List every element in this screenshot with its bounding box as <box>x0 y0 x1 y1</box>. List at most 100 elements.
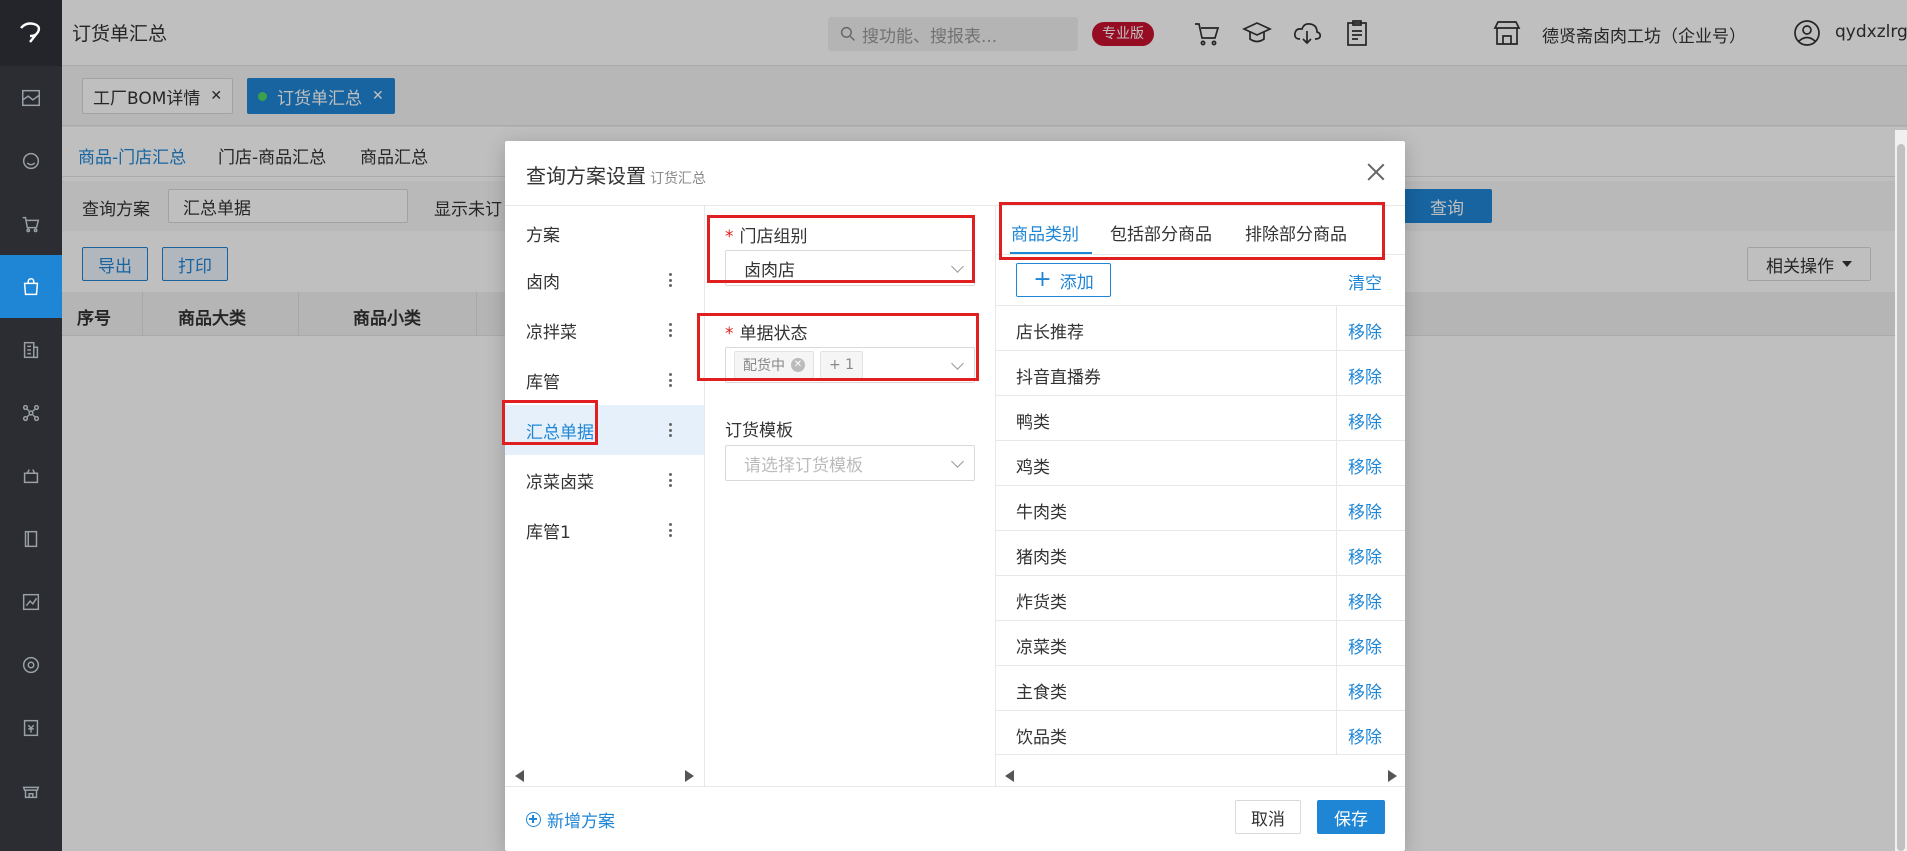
doc-status-select[interactable]: 配货中 ✕ + 1 <box>725 347 975 383</box>
plan-item[interactable]: 卤肉 <box>505 255 704 305</box>
divider <box>505 786 1405 787</box>
list-item: 牛肉类 移除 <box>995 485 1405 531</box>
list-item: 饮品类 移除 <box>995 710 1405 755</box>
more-vertical-icon[interactable] <box>668 373 672 387</box>
scrollbar-thumb[interactable] <box>1897 144 1905 851</box>
dialog-title-text: 查询方案设置 <box>526 164 646 188</box>
remove-link[interactable]: 移除 <box>1348 318 1382 343</box>
chevron-down-icon <box>951 357 964 370</box>
list-item: 凉菜类 移除 <box>995 620 1405 666</box>
logo-icon <box>20 22 41 43</box>
clear-link[interactable]: 清空 <box>1348 269 1382 294</box>
nav-dashboard-icon[interactable] <box>0 66 62 129</box>
list-item: 抖音直播券 移除 <box>995 350 1405 396</box>
nav-shop-icon[interactable] <box>0 759 62 822</box>
scroll-right-icon[interactable] <box>685 770 694 782</box>
category-name: 鸡类 <box>1016 458 1050 478</box>
remove-link[interactable]: 移除 <box>1348 543 1382 568</box>
label-text: 单据状态 <box>739 324 808 344</box>
nav-cart-icon[interactable] <box>0 192 62 255</box>
plan-item-label: 库管 <box>526 372 560 393</box>
scroll-left-icon[interactable] <box>1005 770 1014 782</box>
category-name: 猪肉类 <box>1016 548 1067 568</box>
nav-book-icon[interactable] <box>0 507 62 570</box>
template-label: 订货模板 <box>725 421 793 441</box>
category-name: 饮品类 <box>1016 728 1067 748</box>
store-group-label: * 门店组别 <box>725 227 808 247</box>
chevron-down-icon <box>951 260 964 273</box>
query-plan-settings-dialog: 查询方案设置 订货汇总 方案 卤肉 凉拌菜 库管 汇总单据 凉菜卤菜 库管1 * 门… <box>502 141 1405 851</box>
remove-link[interactable]: 移除 <box>1348 408 1382 433</box>
remove-link[interactable]: 移除 <box>1348 453 1382 478</box>
list-item: 主食类 移除 <box>995 665 1405 711</box>
remove-link[interactable]: 移除 <box>1348 498 1382 523</box>
tab-exclude-goods[interactable]: 排除部分商品 <box>1245 220 1347 245</box>
list-item: 店长推荐 移除 <box>995 305 1405 351</box>
remove-link[interactable]: 移除 <box>1348 633 1382 658</box>
list-item: 猪肉类 移除 <box>995 530 1405 576</box>
category-name: 牛肉类 <box>1016 503 1067 523</box>
nav-circle-icon[interactable] <box>0 129 62 192</box>
new-plan-label: 新增方案 <box>547 812 615 832</box>
template-placeholder: 请选择订货模板 <box>744 455 863 476</box>
dialog-subtitle: 订货汇总 <box>650 171 706 187</box>
nav-building-icon[interactable] <box>0 318 62 381</box>
template-select[interactable]: 请选择订货模板 <box>725 445 975 481</box>
scroll-right-icon[interactable] <box>1388 770 1397 782</box>
remove-link[interactable]: 移除 <box>1348 588 1382 613</box>
list-item: 鸡类 移除 <box>995 440 1405 486</box>
category-name: 炸货类 <box>1016 593 1067 613</box>
save-button[interactable]: 保存 <box>1317 800 1385 834</box>
page-scrollbar[interactable] <box>1895 130 1907 851</box>
plan-item[interactable]: 凉菜卤菜 <box>505 455 704 505</box>
cancel-button[interactable]: 取消 <box>1235 800 1301 834</box>
list-item: 炸货类 移除 <box>995 575 1405 621</box>
nav-chart-icon[interactable] <box>0 570 62 633</box>
nav-finance-icon[interactable] <box>0 696 62 759</box>
plan-item-active[interactable]: 汇总单据 <box>505 405 704 455</box>
remove-link[interactable]: 移除 <box>1348 723 1382 748</box>
scroll-left-icon[interactable] <box>515 770 524 782</box>
divider <box>505 205 1405 206</box>
store-group-select[interactable]: 卤肉店 <box>725 250 975 286</box>
plan-list-header: 方案 <box>526 226 560 246</box>
more-vertical-icon[interactable] <box>668 473 672 487</box>
add-button-label: 添加 <box>1059 272 1094 293</box>
divider <box>995 254 1405 255</box>
category-name: 主食类 <box>1016 683 1067 703</box>
more-vertical-icon[interactable] <box>668 323 672 337</box>
tab-goods-category[interactable]: 商品类别 <box>1011 220 1079 245</box>
plan-item[interactable]: 库管1 <box>505 505 704 555</box>
logo[interactable] <box>0 0 62 66</box>
close-icon[interactable] <box>1367 163 1385 181</box>
label-text: 门店组别 <box>739 227 808 247</box>
nav-settings-icon[interactable] <box>0 633 62 696</box>
tab-include-goods[interactable]: 包括部分商品 <box>1110 220 1212 245</box>
remove-link[interactable]: 移除 <box>1348 363 1382 388</box>
nav-network-icon[interactable] <box>0 381 62 444</box>
plus-icon: + <box>1033 267 1052 292</box>
plus-circle-icon <box>526 812 541 827</box>
dialog-title: 查询方案设置 订货汇总 <box>526 160 706 189</box>
more-vertical-icon[interactable] <box>668 273 672 287</box>
more-vertical-icon[interactable] <box>668 423 672 437</box>
add-button[interactable]: + 添加 <box>1016 263 1111 297</box>
status-tag: 配货中 ✕ <box>734 351 814 379</box>
more-count-tag: + 1 <box>820 351 864 379</box>
plan-item[interactable]: 库管 <box>505 355 704 405</box>
tag-remove-icon[interactable]: ✕ <box>791 358 805 372</box>
plan-item[interactable]: 凉拌菜 <box>505 305 704 355</box>
category-name: 鸭类 <box>1016 413 1050 433</box>
nav-bag-icon[interactable] <box>0 444 62 507</box>
store-group-value: 卤肉店 <box>744 260 795 281</box>
list-item: 鸭类 移除 <box>995 395 1405 441</box>
more-vertical-icon[interactable] <box>668 523 672 537</box>
category-name: 凉菜类 <box>1016 638 1067 658</box>
remove-link[interactable]: 移除 <box>1348 678 1382 703</box>
nav-purchase-icon[interactable] <box>0 255 62 318</box>
doc-status-label: * 单据状态 <box>725 324 808 344</box>
category-name: 店长推荐 <box>1016 323 1084 343</box>
category-name: 抖音直播券 <box>1016 368 1101 388</box>
plan-item-label: 库管1 <box>526 522 571 543</box>
new-plan-link[interactable]: 新增方案 <box>526 807 615 832</box>
